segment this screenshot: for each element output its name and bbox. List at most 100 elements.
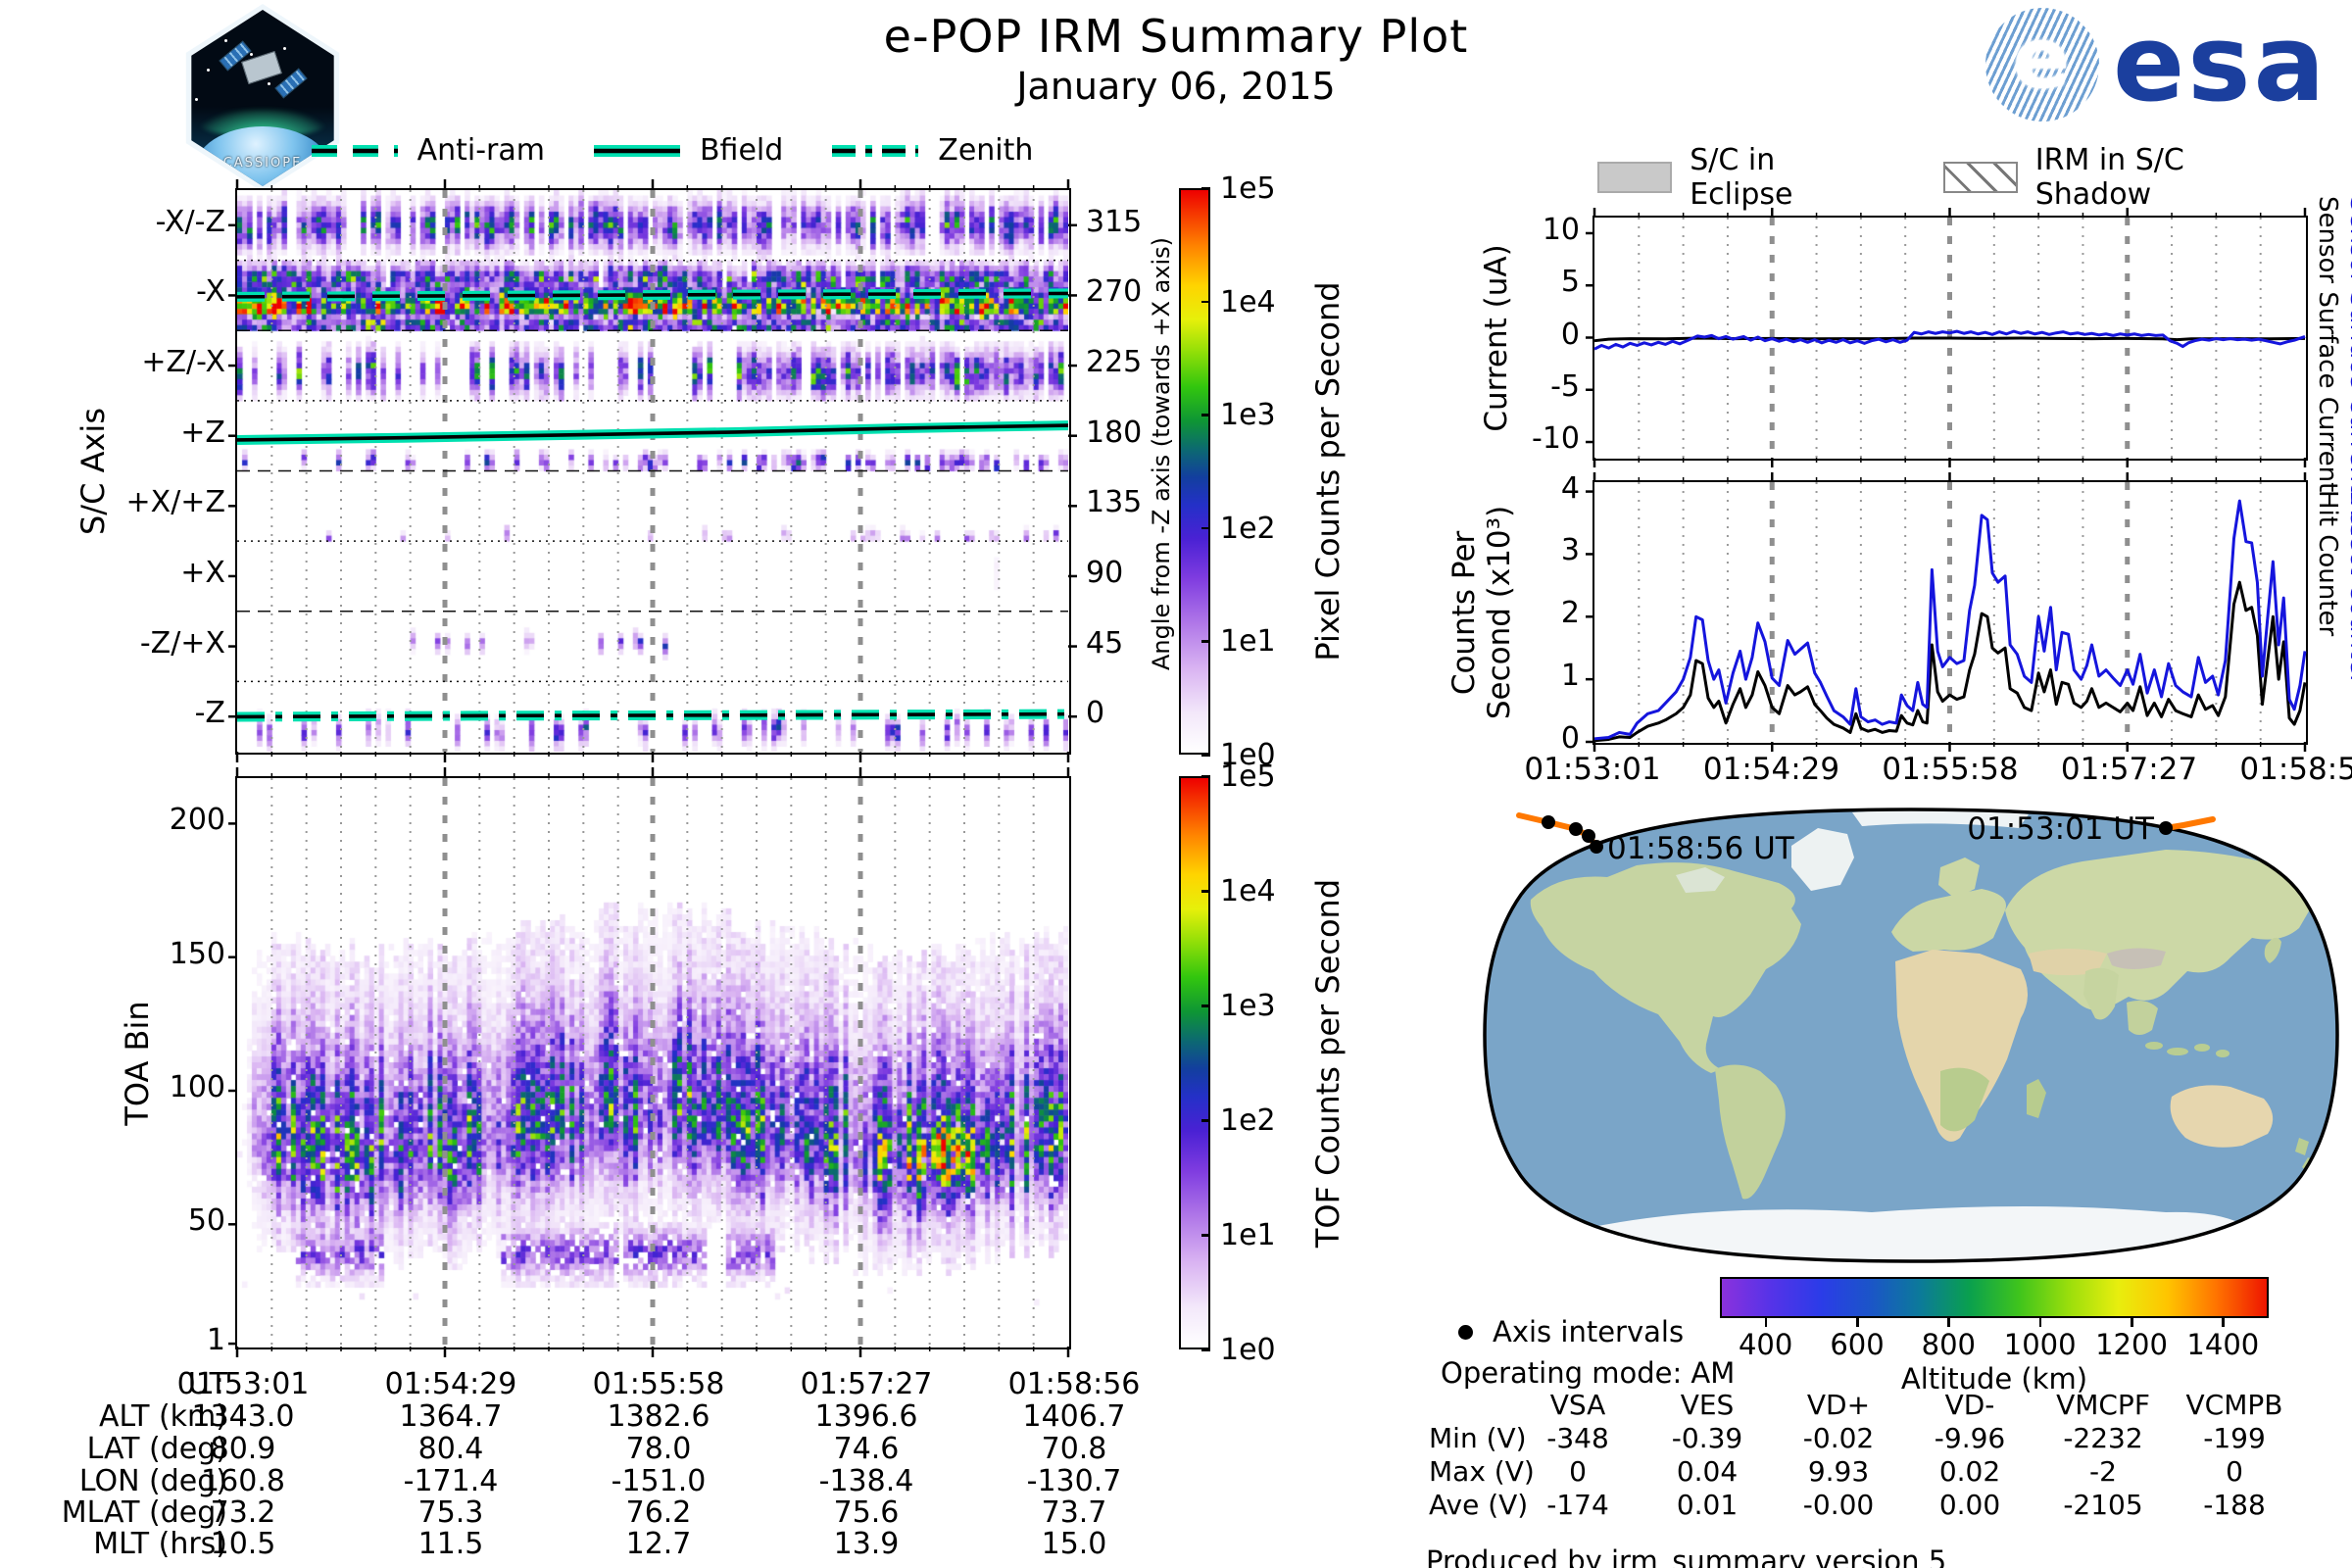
angle-tick-label: 180 <box>1086 415 1143 450</box>
colorbar-tick-label: 1e5 <box>1220 760 1276 794</box>
counts-tick-label: 2 <box>1560 596 1580 631</box>
ephemeris-value: 80.4 <box>417 1432 484 1466</box>
ephemeris-row-label: LAT (deg) <box>86 1432 227 1466</box>
altitude-tick-label: 800 <box>1921 1328 1977 1361</box>
ephemeris-value: 76.2 <box>625 1495 692 1530</box>
ephemeris-value: 78.0 <box>625 1432 692 1466</box>
world-map: 01:53:01 UT 01:58:56 UT <box>1483 808 2339 1263</box>
ephemeris-value: 01:57:27 <box>800 1367 933 1401</box>
time-tick-label: 01:54:29 <box>1702 752 1840 787</box>
colorbar-tick <box>1201 300 1210 304</box>
orientation-legend: Anti-ram Bfield Zenith <box>304 133 1068 168</box>
ephemeris-value: 01:54:29 <box>384 1367 517 1401</box>
voltage-column-header: VES <box>1680 1389 1735 1421</box>
altitude-colorbar <box>1720 1277 2269 1318</box>
colorbar-tick-label: 1e4 <box>1220 284 1276 319</box>
colorbar-tick-label: 1e1 <box>1220 624 1276 660</box>
ephemeris-value: 1406.7 <box>1022 1399 1126 1434</box>
voltage-value: -2105 <box>2063 1489 2143 1521</box>
colorbar-tick <box>1201 526 1210 530</box>
voltage-value: -2 <box>2089 1455 2117 1488</box>
shadow-label: IRM in S/C Shadow <box>2034 143 2184 212</box>
altitude-tick-label: 400 <box>1738 1328 1793 1361</box>
voltage-value: -0.02 <box>1802 1422 1875 1454</box>
altitude-tick <box>1856 1318 1859 1327</box>
altitude-tick <box>2038 1318 2042 1327</box>
voltage-value: -9.96 <box>1934 1422 2006 1454</box>
ephemeris-value: -130.7 <box>1026 1464 1122 1498</box>
altitude-tick <box>1764 1318 1768 1327</box>
ephemeris-value: 1382.6 <box>607 1399 710 1434</box>
voltage-value: 0.04 <box>1676 1455 1739 1488</box>
sensor-surface-current-label: Sensor Surface Current <box>2313 196 2342 493</box>
esa-wordmark: esa <box>2113 3 2328 125</box>
legend-label-bfield: Bfield <box>699 133 784 168</box>
counts-tick-label: 1 <box>1560 659 1580 694</box>
interval-dot-icon <box>1458 1324 1473 1340</box>
sc-axis-row-label: +Z/-X <box>141 345 225 380</box>
counts-tick-label: 0 <box>1560 721 1580 756</box>
current-tick-label: 10 <box>1542 212 1580 247</box>
voltage-column-header: VMCPF <box>2056 1389 2150 1421</box>
voltage-value: 0.00 <box>1938 1489 2001 1521</box>
angle-tick-label: 270 <box>1086 274 1143 310</box>
detect-counter-label: Detect Counter <box>2344 490 2352 685</box>
sc-axis-row-label: -Z <box>194 696 225 731</box>
colorbar-tick <box>1201 414 1210 416</box>
shadow-hatch-swatch <box>1942 162 2018 193</box>
satellite-icon <box>241 50 282 84</box>
ephemeris-value: 73.2 <box>210 1495 276 1530</box>
ephemeris-value: 70.8 <box>1041 1432 1107 1466</box>
colorbar-tick-label: 1e2 <box>1220 511 1276 546</box>
voltage-value: 9.93 <box>1807 1455 1870 1488</box>
operating-mode: Operating mode: AM <box>1441 1356 1736 1390</box>
esa-logo: e esa <box>1985 8 2328 122</box>
voltage-value: -2232 <box>2063 1422 2143 1454</box>
pixel-colorbar <box>1179 188 1210 755</box>
current-tick-label: 5 <box>1560 265 1580 300</box>
voltage-value: -199 <box>2203 1422 2266 1454</box>
ephemeris-value: 160.8 <box>201 1464 285 1498</box>
colorbar-tick <box>1201 640 1210 643</box>
altitude-tick <box>2131 1318 2133 1327</box>
voltage-value: 0.01 <box>1676 1489 1739 1521</box>
eclipse-swatch <box>1597 162 1673 193</box>
ephemeris-value: 15.0 <box>1041 1527 1107 1561</box>
voltage-value: 0 <box>1569 1455 1587 1488</box>
current-tick-label: -5 <box>1550 368 1580 404</box>
sc-axis-row-label: +X <box>180 555 225 590</box>
colorbar-tick-label: 1e2 <box>1220 1103 1276 1138</box>
zenith-line-sample <box>832 144 919 157</box>
counters-ylabel: Counts Per Second (x10³) <box>1446 505 1517 720</box>
colorbar-tick <box>1201 775 1210 778</box>
ephemeris-value: 73.7 <box>1041 1495 1107 1530</box>
colorbar-tick <box>1201 1234 1210 1237</box>
sc-axis-overlay <box>228 179 1077 762</box>
counts-tick-label: 4 <box>1560 470 1580 506</box>
voltage-value: 0 <box>2226 1455 2243 1488</box>
toa-spectrogram <box>228 767 1071 1357</box>
altitude-tick-label: 1000 <box>2003 1328 2077 1361</box>
voltage-row-label: Min (V) <box>1429 1422 1527 1454</box>
colorbar-tick <box>1201 1004 1210 1007</box>
epop-irm-summary-page: e-POP IRM Summary Plot January 06, 2015 … <box>0 0 2352 1568</box>
ephemeris-value: -138.4 <box>818 1464 914 1498</box>
toa-tick-label: 1 <box>206 1323 225 1358</box>
colorbar-tick <box>1201 1348 1210 1351</box>
sc-axis-row-label: -X <box>196 274 225 310</box>
ephemeris-value: 10.5 <box>210 1527 276 1561</box>
ephemeris-row-label: MLAT (deg) <box>61 1495 227 1530</box>
colorbar-tick-label: 1e0 <box>1220 1333 1276 1367</box>
ephemeris-value: 01:53:01 <box>176 1367 310 1401</box>
ephemeris-value: 1364.7 <box>399 1399 503 1434</box>
colorbar-tick <box>1201 1119 1210 1122</box>
voltage-value: -0.39 <box>1671 1422 1743 1454</box>
colorbar-tick-label: 1e5 <box>1220 172 1276 206</box>
axis-intervals-legend: Axis intervals <box>1458 1315 1684 1348</box>
voltage-column-header: VD+ <box>1806 1389 1871 1421</box>
voltage-value: 0.02 <box>1938 1455 2001 1488</box>
colorbar-tick <box>1201 187 1210 190</box>
eclipse-label: S/C in Eclipse <box>1690 143 1793 212</box>
page-date: January 06, 2015 <box>1016 65 1336 108</box>
colorbar-tick-label: 1e3 <box>1220 989 1276 1023</box>
